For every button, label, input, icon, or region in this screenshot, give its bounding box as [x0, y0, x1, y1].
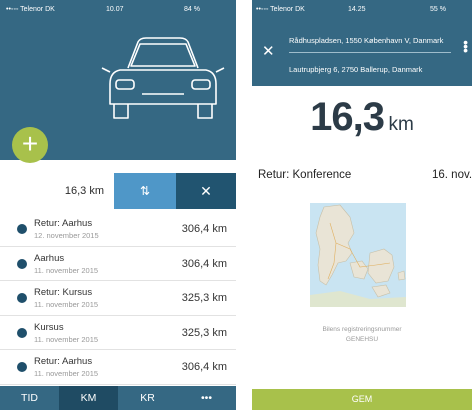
trip-distance: 306,4 km — [181, 257, 227, 270]
battery-level: 84 % — [184, 6, 200, 13]
bottom-tab-bar: TID KM KR ••• — [0, 386, 236, 410]
trip-date: 11. november 2015 — [34, 369, 99, 379]
list-item[interactable]: Retur: Aarhus 11. november 2015 306,4 km — [0, 350, 236, 385]
tab-tid[interactable]: TID — [0, 386, 59, 410]
trip-dot-icon — [17, 293, 27, 304]
trip-date: 12. november 2015 — [34, 231, 99, 240]
plate-label: Bilens registreringsnummer — [322, 326, 402, 333]
denmark-map[interactable] — [310, 203, 406, 307]
trip-date[interactable]: 16. nov. — [432, 169, 472, 181]
trip-distance: 306,4 km — [181, 361, 227, 374]
save-button[interactable]: GEM — [252, 389, 472, 410]
trip-list-screen: ••◦◦◦ Telenor DK 10.07 84 % + 16,3 km ⇅ … — [0, 0, 236, 410]
tab-km[interactable]: KM — [59, 386, 118, 410]
swap-direction-button[interactable]: ⇅ — [114, 173, 176, 209]
trip-date: 11. november 2015 — [34, 265, 99, 275]
status-bar: ••◦◦◦ Telenor DK 14.25 55 % — [252, 0, 472, 20]
trip-distance: 306,4 km — [181, 223, 227, 235]
plate-number[interactable]: GENEHSU — [252, 336, 472, 343]
from-address[interactable]: Rådhuspladsen, 1550 København V, Danmark — [289, 36, 443, 45]
trip-distance: 325,3 km — [181, 326, 227, 339]
distance-value: 16,3 — [310, 95, 385, 139]
trip-purpose[interactable]: Retur: Konference — [258, 169, 351, 181]
swap-arrows-icon: ⇅ — [139, 184, 151, 198]
current-trip-bar: 16,3 km ⇅ ✕ — [0, 173, 236, 209]
clock: 10.07 — [106, 6, 124, 13]
close-icon[interactable]: ✕ — [262, 42, 275, 60]
trip-title: Retur: Kursus — [34, 287, 93, 299]
car-icon — [101, 37, 225, 119]
current-trip-distance: 16,3 km — [0, 173, 114, 209]
clock: 14.25 — [348, 6, 366, 13]
trip-distance-display: 16,3 km — [252, 95, 472, 140]
list-item[interactable]: Aarhus 11. november 2015 306,4 km — [0, 247, 236, 282]
close-icon: ✕ — [200, 183, 212, 199]
to-address[interactable]: Lautrupbjerg 6, 2750 Ballerup, Danmark — [289, 65, 422, 74]
trip-detail-screen: ••◦◦◦ Telenor DK 14.25 55 % ✕ Rådhusplad… — [252, 0, 472, 410]
list-item[interactable]: Retur: Kursus 11. november 2015 325,3 km — [0, 281, 236, 316]
tab-more[interactable]: ••• — [177, 386, 236, 410]
trip-dot-icon — [17, 327, 27, 338]
trip-distance: 325,3 km — [181, 292, 227, 305]
list-item[interactable]: Retur: Aarhus 12. november 2015 306,4 km — [0, 212, 236, 247]
discard-trip-button[interactable]: ✕ — [176, 173, 236, 209]
address-divider — [289, 52, 451, 53]
route-header: ••◦◦◦ Telenor DK 14.25 55 % ✕ Rådhusplad… — [252, 0, 472, 86]
battery-level: 55 % — [430, 6, 446, 13]
trip-dot-icon — [17, 362, 27, 373]
trip-dot-icon — [17, 224, 27, 234]
trip-title: Kursus — [34, 321, 64, 333]
carrier-label: ••◦◦◦ Telenor DK — [6, 6, 55, 13]
distance-unit: km — [388, 114, 414, 135]
trip-title: Retur: Aarhus — [34, 356, 93, 368]
status-bar: ••◦◦◦ Telenor DK 10.07 84 % — [0, 0, 236, 20]
list-item[interactable]: Kursus 11. november 2015 325,3 km — [0, 316, 236, 351]
trip-title: Retur: Aarhus — [34, 218, 93, 229]
tab-kr[interactable]: KR — [118, 386, 177, 410]
more-vertical-icon[interactable]: • • • — [463, 35, 468, 57]
trip-title: Aarhus — [34, 252, 65, 264]
trip-date: 11. november 2015 — [34, 300, 99, 310]
trip-dot-icon — [17, 258, 27, 269]
trip-date: 11. november 2015 — [34, 334, 99, 344]
add-trip-button[interactable]: + — [12, 127, 48, 163]
trip-list: Retur: Aarhus 12. november 2015 306,4 km… — [0, 212, 236, 385]
carrier-label: ••◦◦◦ Telenor DK — [256, 6, 305, 13]
plus-icon: + — [21, 128, 39, 159]
